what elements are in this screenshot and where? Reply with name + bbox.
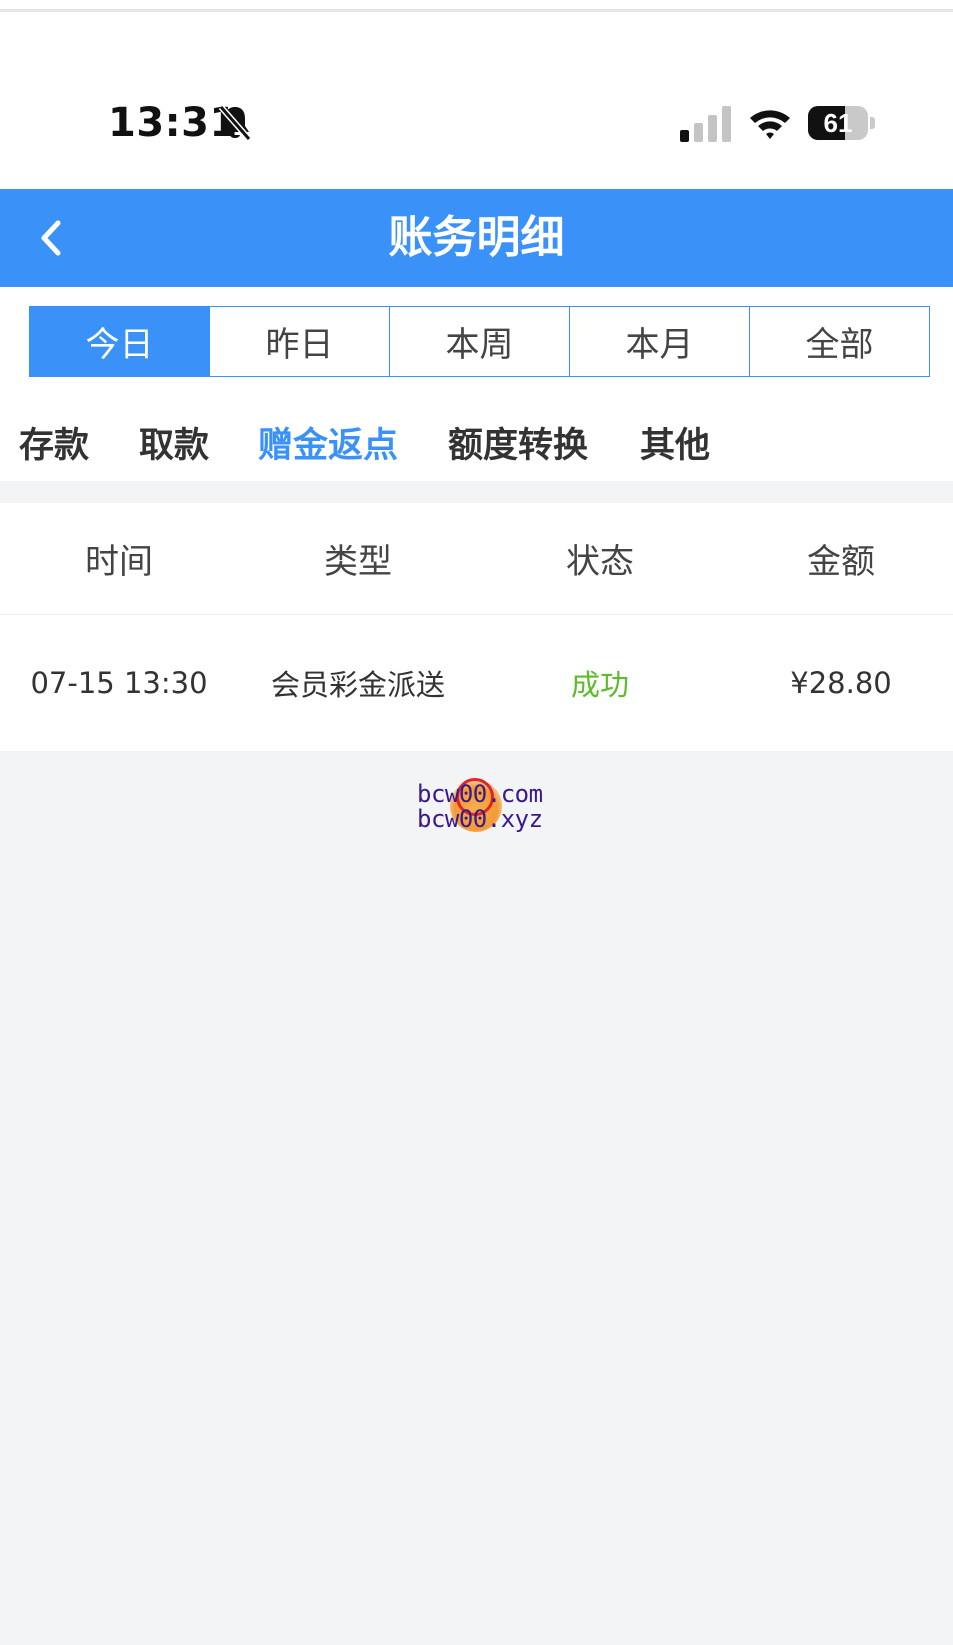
battery-percent: 61 bbox=[823, 108, 853, 138]
period-tabs: 今日 昨日 本周 本月 全部 bbox=[0, 287, 953, 389]
category-tabs: 存款 取款 赠金返点 额度转换 其他 bbox=[0, 389, 953, 481]
column-header-type: 类型 bbox=[324, 542, 392, 582]
cell-amount: ¥28.80 bbox=[790, 666, 892, 700]
top-edge-line bbox=[0, 0, 953, 12]
nav-bar: 账务明细 bbox=[0, 189, 953, 287]
watermark-line-2: bcw00.xyz bbox=[417, 805, 543, 833]
wifi-icon bbox=[750, 110, 790, 139]
tab-this-month[interactable]: 本月 bbox=[569, 307, 749, 376]
category-tab-other[interactable]: 其他 bbox=[640, 417, 710, 468]
column-header-status: 状态 bbox=[566, 542, 634, 582]
watermark: bcw00.com bcw00.xyz bbox=[400, 776, 560, 842]
bell-slash-icon bbox=[218, 105, 252, 141]
section-divider bbox=[0, 481, 953, 503]
table-header: 时间 类型 状态 金额 bbox=[0, 503, 953, 615]
status-bar: 13:31 61 bbox=[0, 12, 953, 190]
tab-all[interactable]: 全部 bbox=[749, 307, 929, 376]
period-segmented-control: 今日 昨日 本周 本月 全部 bbox=[29, 306, 930, 377]
table-row[interactable]: 07-15 13:30 会员彩金派送 成功 ¥28.80 bbox=[0, 615, 953, 751]
cellular-signal-icon bbox=[680, 106, 731, 142]
column-header-amount: 金额 bbox=[807, 542, 875, 582]
category-tab-withdraw[interactable]: 取款 bbox=[139, 417, 209, 468]
cell-time: 07-15 13:30 bbox=[30, 666, 208, 700]
tab-yesterday[interactable]: 昨日 bbox=[209, 307, 389, 376]
cell-type: 会员彩金派送 bbox=[270, 668, 445, 702]
cell-status: 成功 bbox=[570, 668, 629, 702]
tab-today[interactable]: 今日 bbox=[30, 307, 209, 376]
watermark-line-1: bcw00.com bbox=[417, 780, 543, 808]
battery-icon: 61 bbox=[808, 106, 876, 142]
category-tab-deposit[interactable]: 存款 bbox=[19, 417, 89, 468]
category-tab-credit-transfer[interactable]: 额度转换 bbox=[448, 417, 588, 468]
category-tab-bonus-rebate[interactable]: 赠金返点 bbox=[258, 417, 398, 468]
page-title: 账务明细 bbox=[388, 212, 565, 263]
column-header-time: 时间 bbox=[85, 542, 153, 582]
tab-this-week[interactable]: 本周 bbox=[389, 307, 569, 376]
